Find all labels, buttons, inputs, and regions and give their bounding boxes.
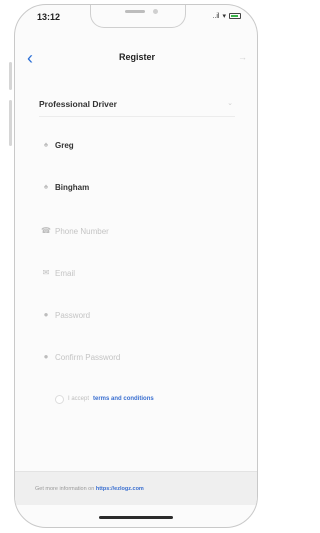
phone-input[interactable] bbox=[55, 224, 231, 238]
password-input[interactable] bbox=[55, 308, 231, 322]
first-name-input[interactable] bbox=[55, 138, 231, 152]
account-type-value: Professional Driver bbox=[39, 99, 117, 109]
footer-link[interactable]: https://ezlogz.com bbox=[96, 486, 144, 492]
page-title: Register bbox=[118, 52, 155, 62]
footer-info: Get more information on https://ezlogz.c… bbox=[35, 486, 144, 492]
phone-frame: 13:12 ..il ▾ ‹ Register → Professional D… bbox=[14, 4, 258, 528]
person-icon: ♠ bbox=[43, 140, 49, 149]
speaker-icon bbox=[125, 10, 145, 13]
terms-row: I accept terms and conditions bbox=[55, 393, 154, 405]
email-field[interactable]: ✉ bbox=[39, 263, 235, 287]
battery-icon bbox=[229, 13, 241, 19]
phone-side-button-bottom bbox=[9, 100, 12, 146]
nav-bar: ‹ Register → bbox=[15, 47, 257, 77]
phone-field[interactable]: ☎ bbox=[39, 221, 235, 245]
camera-icon bbox=[153, 9, 158, 14]
footer-bar: Get more information on https://ezlogz.c… bbox=[15, 471, 257, 505]
password-field[interactable]: ● bbox=[39, 305, 235, 329]
account-type-select[interactable]: Professional Driver ⌄ bbox=[39, 93, 235, 117]
status-time: 13:12 bbox=[37, 12, 61, 22]
chevron-down-icon: ⌄ bbox=[227, 100, 233, 107]
footer-text: Get more information on bbox=[35, 486, 95, 492]
terms-link[interactable]: terms and conditions bbox=[93, 396, 154, 402]
mail-icon: ✉ bbox=[42, 268, 50, 277]
wifi-icon: ▾ bbox=[222, 13, 226, 20]
signal-icon: ..il bbox=[212, 12, 220, 20]
terms-checkbox[interactable] bbox=[55, 394, 64, 404]
confirm-password-field[interactable]: ● bbox=[39, 347, 235, 371]
forward-arrow-icon[interactable]: → bbox=[238, 52, 247, 62]
person-icon: ♠ bbox=[43, 182, 49, 191]
phone-side-button-top bbox=[9, 62, 12, 90]
terms-prefix: I accept bbox=[68, 396, 90, 402]
confirm-password-input[interactable] bbox=[55, 350, 231, 364]
phone-icon: ☎ bbox=[41, 226, 51, 235]
status-icons: ..il ▾ bbox=[212, 12, 241, 20]
last-name-input[interactable] bbox=[55, 180, 231, 194]
lock-icon: ● bbox=[43, 310, 49, 319]
home-indicator[interactable] bbox=[99, 516, 173, 519]
last-name-field[interactable]: ♠ bbox=[39, 177, 235, 201]
phone-notch bbox=[90, 5, 186, 28]
lock-icon: ● bbox=[43, 352, 49, 361]
email-input[interactable] bbox=[55, 266, 231, 280]
first-name-field[interactable]: ♠ bbox=[39, 135, 235, 159]
